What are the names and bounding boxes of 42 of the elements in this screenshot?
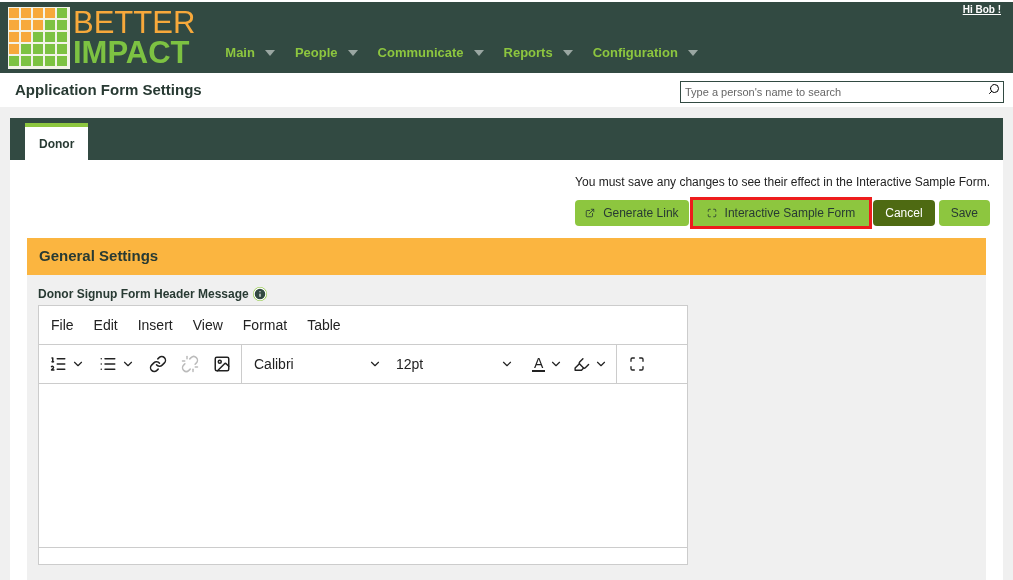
action-button[interactable]: Save (938, 200, 990, 226)
nav-menu[interactable]: Communicate (377, 42, 484, 63)
section-title: General Settings (39, 246, 159, 267)
editor-menu-item[interactable]: File (51, 314, 74, 336)
size-dropdown[interactable]: 12pt (396, 353, 514, 375)
caret-icon (347, 49, 358, 56)
editor-menu-item[interactable]: View (192, 314, 223, 336)
bullet-list-icon[interactable] (99, 355, 117, 373)
caret-icon (562, 49, 573, 56)
action-button[interactable]: Interactive Sample Form (692, 200, 870, 226)
highlighter-icon[interactable] (573, 355, 591, 373)
external-link-icon (585, 208, 596, 218)
search-icon[interactable] (988, 83, 1000, 95)
image-icon[interactable] (213, 355, 231, 373)
info-icon[interactable] (252, 287, 267, 301)
caret-icon (687, 49, 698, 56)
nav-menu[interactable]: Reports (503, 42, 573, 63)
nav-menu[interactable]: Main (225, 42, 275, 63)
action-button[interactable]: Generate Link (575, 200, 689, 226)
notice-text: You must save any changes to see their effect in the Interactive Sample Form. (575, 174, 990, 191)
fullscreen-icon[interactable] (629, 356, 646, 372)
editor-menu-item[interactable]: Insert (137, 314, 173, 336)
search-field[interactable]: Type a person's name to search (680, 81, 1004, 103)
logo-text: BETTER (73, 7, 196, 37)
caret-icon (473, 49, 484, 56)
action-button[interactable]: Cancel (873, 200, 935, 226)
window-icon (706, 208, 717, 218)
greeting-link[interactable]: Hi Bob ! (962, 2, 1001, 17)
editor-menu-item[interactable]: Format (242, 314, 288, 336)
numbered-list-icon[interactable] (49, 355, 67, 373)
page-title: Application Form Settings (15, 79, 202, 100)
editor-menu-item[interactable]: Table (307, 314, 341, 336)
font-dropdown[interactable]: Calibri (254, 353, 382, 375)
caret-icon (264, 49, 275, 56)
field-label: Donor Signup Form Header Message (38, 286, 249, 303)
nav-menu[interactable]: Configuration (592, 42, 698, 63)
logo-grid-icon (8, 6, 70, 69)
logo-text: IMPACT (73, 36, 191, 68)
link-icon[interactable] (149, 355, 167, 373)
tab[interactable]: Donor (25, 123, 89, 160)
nav-menu[interactable]: People (294, 42, 358, 63)
editor-menu-item[interactable]: Edit (93, 314, 118, 336)
